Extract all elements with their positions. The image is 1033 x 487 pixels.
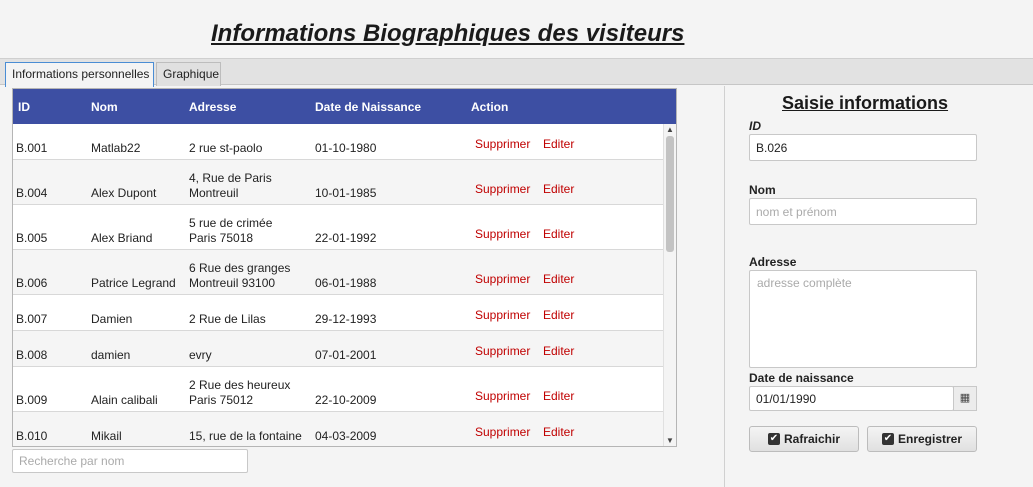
cell-nom: Mikail [91, 429, 122, 443]
cell-adresse: 5 rue de crimée Paris 75018 [189, 216, 273, 245]
cell-id: B.005 [16, 231, 48, 245]
column-header-action[interactable]: Action [471, 100, 508, 114]
cell-id: B.006 [16, 276, 48, 290]
id-label: ID [749, 119, 761, 133]
adresse-field[interactable] [749, 270, 977, 368]
table-row[interactable]: B.010 Mikail 15, rue de la fontaine 04-0… [13, 412, 663, 446]
calendar-icon[interactable]: ▦ [953, 386, 977, 411]
cell-adresse: 2 Rue des heureux Paris 75012 [189, 378, 291, 407]
scrollbar-thumb[interactable] [666, 136, 674, 252]
refresh-button-label: Rafraichir [783, 432, 841, 446]
cell-id: B.004 [16, 186, 48, 200]
cell-id: B.007 [16, 312, 48, 326]
edit-link[interactable]: Editer [543, 227, 574, 241]
cell-adresse: 2 Rue de Lilas [189, 312, 266, 326]
chevron-down-icon[interactable]: ▼ [664, 435, 676, 446]
cell-id: B.010 [16, 429, 48, 443]
delete-link[interactable]: Supprimer [475, 389, 530, 403]
cell-adresse: 15, rue de la fontaine [189, 429, 302, 443]
adresse-label: Adresse [749, 255, 797, 269]
table-scrollbar[interactable]: ▲ ▼ [663, 124, 676, 446]
table-row[interactable]: B.001 Matlab22 2 rue st-paolo 01-10-1980… [13, 124, 663, 160]
cell-id: B.001 [16, 141, 48, 155]
panel-divider [724, 86, 725, 487]
cell-nom: Alex Briand [91, 231, 153, 245]
visitors-table: ID Nom Adresse Date de Naissance Action … [12, 88, 677, 447]
edit-link[interactable]: Editer [543, 425, 574, 439]
delete-link[interactable]: Supprimer [475, 425, 530, 439]
table-row[interactable]: B.004 Alex Dupont 4, Rue de Paris Montre… [13, 160, 663, 205]
save-button[interactable]: ✔ Enregistrer [867, 426, 977, 452]
cell-nom: Alain calibali [91, 393, 158, 407]
cell-date: 07-01-2001 [315, 348, 377, 362]
edit-link[interactable]: Editer [543, 272, 574, 286]
save-button-label: Enregistrer [897, 432, 963, 446]
edit-link[interactable]: Editer [543, 137, 574, 151]
edit-link[interactable]: Editer [543, 344, 574, 358]
cell-nom: Damien [91, 312, 133, 326]
cell-date: 06-01-1988 [315, 276, 377, 290]
checkbox-checked-icon: ✔ [767, 433, 780, 445]
nom-field[interactable] [749, 198, 977, 225]
cell-id: B.008 [16, 348, 48, 362]
refresh-button[interactable]: ✔ Rafraichir [749, 426, 859, 452]
date-label: Date de naissance [749, 371, 854, 385]
delete-link[interactable]: Supprimer [475, 344, 530, 358]
tab-graphique[interactable]: Graphique [156, 62, 221, 86]
table-row[interactable]: B.008 damien evry 07-01-2001 Supprimer E… [13, 331, 663, 367]
table-header: ID Nom Adresse Date de Naissance Action [13, 89, 676, 124]
id-field[interactable] [749, 134, 977, 161]
checkbox-checked-icon: ✔ [881, 433, 894, 445]
table-row[interactable]: B.005 Alex Briand 5 rue de crimée Paris … [13, 205, 663, 250]
table-row[interactable]: B.007 Damien 2 Rue de Lilas 29-12-1993 S… [13, 295, 663, 331]
table-row[interactable]: B.006 Patrice Legrand 6 Rue des granges … [13, 250, 663, 295]
search-input[interactable] [12, 449, 248, 473]
table-row[interactable]: B.009 Alain calibali 2 Rue des heureux P… [13, 367, 663, 412]
column-header-date[interactable]: Date de Naissance [315, 100, 421, 114]
cell-date: 22-01-1992 [315, 231, 377, 245]
chevron-up-icon[interactable]: ▲ [664, 124, 676, 136]
column-header-id[interactable]: ID [18, 100, 30, 114]
delete-link[interactable]: Supprimer [475, 308, 530, 322]
cell-nom: Patrice Legrand [91, 276, 176, 290]
edit-link[interactable]: Editer [543, 389, 574, 403]
cell-date: 22-10-2009 [315, 393, 377, 407]
cell-date: 29-12-1993 [315, 312, 377, 326]
cell-date: 04-03-2009 [315, 429, 377, 443]
delete-link[interactable]: Supprimer [475, 227, 530, 241]
cell-adresse: evry [189, 348, 212, 362]
cell-id: B.009 [16, 393, 48, 407]
form-title: Saisie informations [782, 93, 949, 113]
edit-link[interactable]: Editer [543, 182, 574, 196]
delete-link[interactable]: Supprimer [475, 182, 530, 196]
cell-nom: Alex Dupont [91, 186, 157, 200]
date-field[interactable] [749, 386, 954, 411]
cell-adresse: 6 Rue des granges Montreuil 93100 [189, 261, 291, 290]
tab-informations-personnelles[interactable]: Informations personnelles [5, 62, 154, 87]
column-header-nom[interactable]: Nom [91, 100, 118, 114]
cell-adresse: 2 rue st-paolo [189, 141, 263, 155]
cell-adresse: 4, Rue de Paris Montreuil [189, 171, 272, 200]
tab-bar: Informations personnelles Graphique [0, 58, 1033, 87]
delete-link[interactable]: Supprimer [475, 272, 530, 286]
edit-link[interactable]: Editer [543, 308, 574, 322]
nom-label: Nom [749, 183, 776, 197]
cell-nom: Matlab22 [91, 141, 141, 155]
cell-date: 10-01-1985 [315, 186, 377, 200]
page-title: Informations Biographiques des visiteurs [211, 20, 685, 47]
cell-date: 01-10-1980 [315, 141, 377, 155]
column-header-adresse[interactable]: Adresse [189, 100, 236, 114]
cell-nom: damien [91, 348, 131, 362]
delete-link[interactable]: Supprimer [475, 137, 530, 151]
